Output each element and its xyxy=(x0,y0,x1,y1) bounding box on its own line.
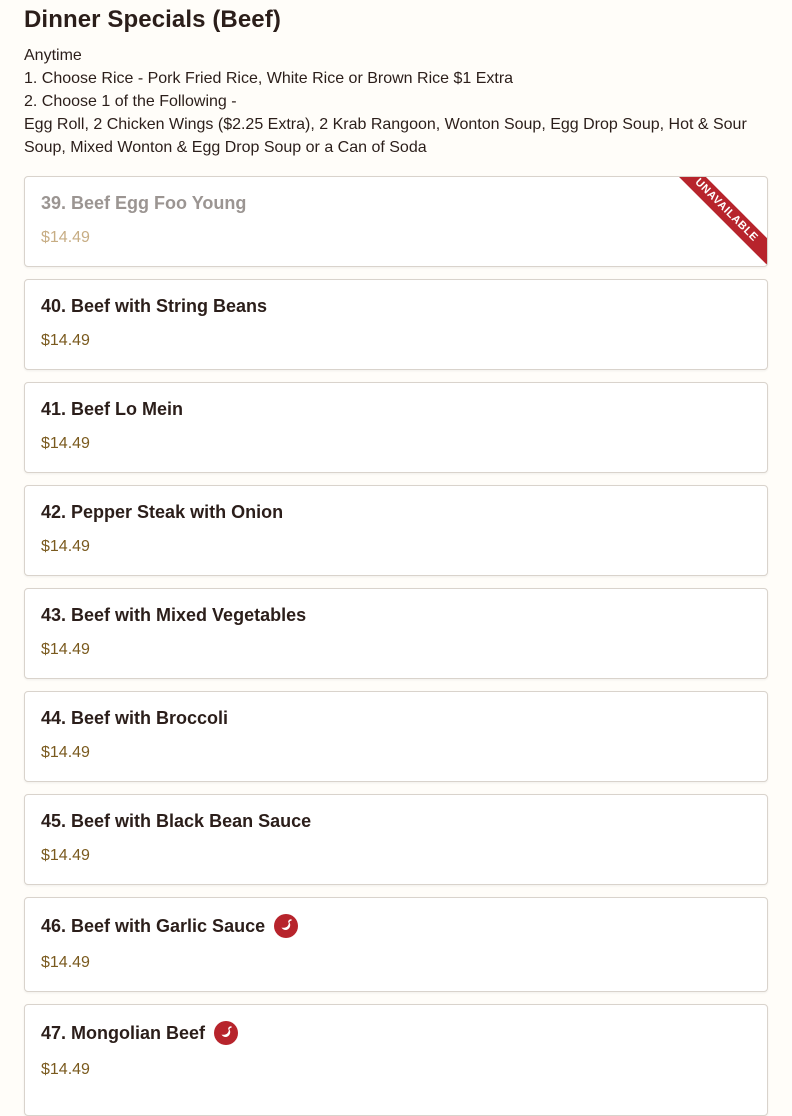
description-line: 2. Choose 1 of the Following - xyxy=(24,93,237,110)
item-name: 39. Beef Egg Foo Young xyxy=(41,193,247,213)
item-price: $14.49 xyxy=(41,1061,90,1078)
item-name: 44. Beef with Broccoli xyxy=(41,708,229,728)
menu-item-card[interactable]: 43. Beef with Mixed Vegetables $14.49 xyxy=(24,588,768,679)
item-name: 43. Beef with Mixed Vegetables xyxy=(41,605,307,625)
description-line: Anytime xyxy=(24,47,82,64)
menu-section: Dinner Specials (Beef) Anytime 1. Choose… xyxy=(0,0,792,1116)
description-line: 1. Choose Rice - Pork Fried Rice, White … xyxy=(24,70,514,87)
item-price: $14.49 xyxy=(41,954,90,971)
item-price: $14.49 xyxy=(41,229,90,246)
item-price: $14.49 xyxy=(41,744,90,761)
description-line: Egg Roll, 2 Chicken Wings ($2.25 Extra),… xyxy=(24,116,747,156)
menu-item-card[interactable]: 46. Beef with Garlic Sauce $14.49 xyxy=(24,897,768,992)
chili-pepper-icon xyxy=(274,914,299,938)
section-description: Anytime 1. Choose Rice - Pork Fried Rice… xyxy=(24,44,764,159)
menu-item-card[interactable]: 42. Pepper Steak with Onion $14.49 xyxy=(24,485,768,576)
item-price: $14.49 xyxy=(41,847,90,864)
item-price: $14.49 xyxy=(41,641,90,658)
item-name: 45. Beef with Black Bean Sauce xyxy=(41,811,312,831)
item-name: 47. Mongolian Beef xyxy=(41,1021,239,1045)
item-name: 42. Pepper Steak with Onion xyxy=(41,502,284,522)
menu-item-card[interactable]: 41. Beef Lo Mein $14.49 xyxy=(24,382,768,473)
chili-pepper-icon xyxy=(214,1021,239,1045)
item-name: 41. Beef Lo Mein xyxy=(41,399,184,419)
item-price: $14.49 xyxy=(41,435,90,452)
item-name: 40. Beef with String Beans xyxy=(41,296,268,316)
menu-item-card[interactable]: 47. Mongolian Beef $14.49 xyxy=(24,1004,768,1116)
item-price: $14.49 xyxy=(41,332,90,349)
unavailable-ribbon: UNAVAILABLE xyxy=(667,177,767,266)
menu-item-card[interactable]: 45. Beef with Black Bean Sauce $14.49 xyxy=(24,794,768,885)
menu-item-card[interactable]: 39. Beef Egg Foo Young $14.49 UNAVAILABL… xyxy=(24,176,768,267)
item-price: $14.49 xyxy=(41,538,90,555)
menu-item-card[interactable]: 44. Beef with Broccoli $14.49 xyxy=(24,691,768,782)
item-name: 46. Beef with Garlic Sauce xyxy=(41,914,299,938)
menu-item-card[interactable]: 40. Beef with String Beans $14.49 xyxy=(24,279,768,370)
section-title: Dinner Specials (Beef) xyxy=(24,6,281,33)
unavailable-badge: UNAVAILABLE xyxy=(667,177,767,266)
